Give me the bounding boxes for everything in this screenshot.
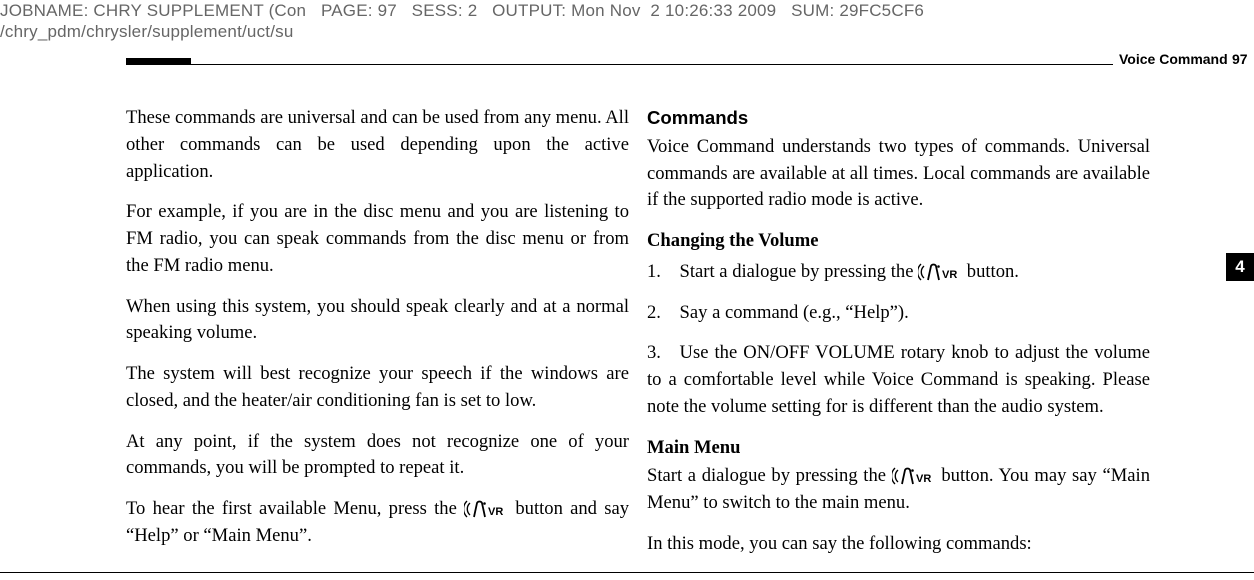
- list-item: 3. Use the ON/OFF VOLUME rotary knob to …: [647, 340, 1150, 420]
- body-paragraph: Voice Command understands two types of c…: [647, 134, 1150, 214]
- body-paragraph: At any point, if the system does not rec…: [126, 429, 629, 483]
- page-number: 97: [1232, 51, 1248, 67]
- section-heading: Commands: [647, 105, 1150, 132]
- text-fragment: Start a dialogue by pressing the: [647, 465, 892, 486]
- columns: These commands are universal and can be …: [126, 105, 1254, 564]
- voice-recognition-icon: VR: [918, 263, 962, 281]
- section-heading: Changing the Volume: [647, 228, 1150, 255]
- text-fragment: 1. Start a dialogue by pressing the: [647, 261, 918, 282]
- running-head: Voice Command 97: [126, 53, 1254, 81]
- content-area: Voice Command 97 These commands are univ…: [126, 53, 1254, 564]
- running-title: Voice Command: [1119, 51, 1228, 67]
- header-rule: [126, 58, 1113, 65]
- svg-text:VR: VR: [942, 269, 957, 281]
- voice-recognition-icon: VR: [892, 467, 936, 485]
- svg-text:VR: VR: [916, 473, 931, 485]
- debug-line-2: /chry_pdm/chrysler/supplement/uct/su: [0, 21, 924, 42]
- body-paragraph: When using this system, you should speak…: [126, 294, 629, 348]
- page-root: JOBNAME: CHRY SUPPLEMENT (Con PAGE: 97 S…: [0, 0, 1254, 580]
- section-tab-number: 4: [1235, 257, 1244, 277]
- debug-header: JOBNAME: CHRY SUPPLEMENT (Con PAGE: 97 S…: [0, 0, 924, 43]
- list-item: 2. Say a command (e.g., “Help”).: [647, 300, 1150, 327]
- body-paragraph: These commands are universal and can be …: [126, 105, 629, 185]
- section-heading: Main Menu: [647, 435, 1150, 462]
- left-column: These commands are universal and can be …: [126, 105, 629, 564]
- body-paragraph: The system will best recognize your spee…: [126, 361, 629, 415]
- list-item: 1. Start a dialogue by pressing the VR: [647, 259, 1150, 286]
- debug-line-1: JOBNAME: CHRY SUPPLEMENT (Con PAGE: 97 S…: [0, 0, 924, 21]
- body-paragraph: To hear the first available Menu, press …: [126, 496, 629, 550]
- header-rule-line: [126, 64, 1113, 65]
- right-column: Commands Voice Command understands two t…: [647, 105, 1150, 564]
- voice-recognition-icon: VR: [464, 500, 508, 518]
- text-fragment: button.: [967, 261, 1019, 282]
- svg-text:VR: VR: [488, 506, 503, 518]
- body-paragraph: For example, if you are in the disc menu…: [126, 199, 629, 279]
- footer-rule: [0, 572, 1254, 574]
- section-tab: 4: [1226, 253, 1254, 281]
- body-paragraph: Start a dialogue by pressing the VR: [647, 463, 1150, 517]
- body-paragraph: In this mode, you can say the following …: [647, 531, 1150, 558]
- text-fragment: To hear the first available Menu, press …: [126, 498, 464, 519]
